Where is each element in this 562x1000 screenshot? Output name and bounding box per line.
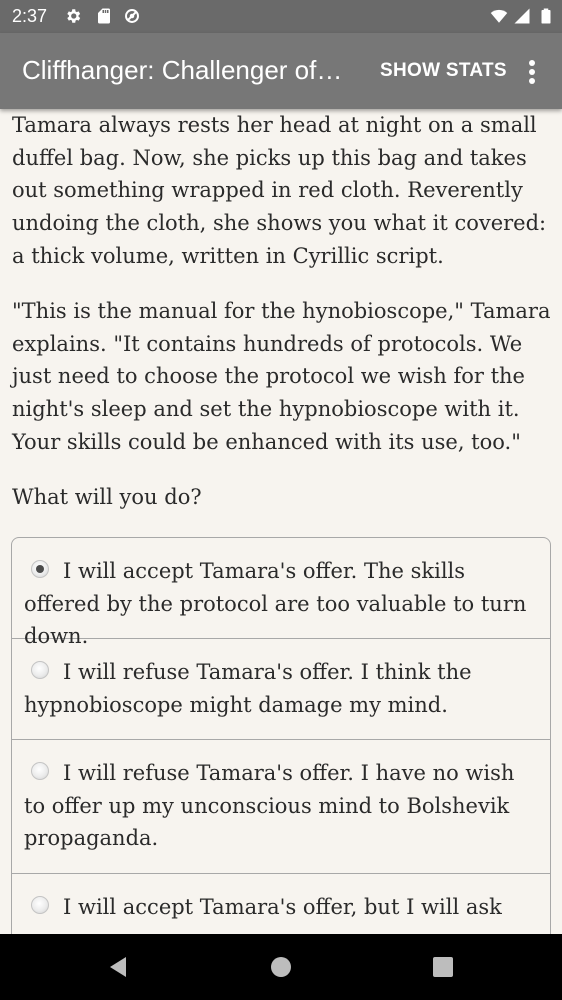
navigation-bar — [0, 934, 562, 1000]
radio-button[interactable] — [31, 661, 49, 679]
story-paragraph: "This is the manual for the hynobioscope… — [12, 299, 551, 454]
choice-label: I will refuse Tamara's offer. I have no … — [24, 761, 515, 851]
data-saver-icon — [125, 9, 139, 23]
story-paragraph: Tamara always rests her head at night on… — [12, 113, 547, 268]
status-time: 2:37 — [12, 6, 48, 26]
signal-icon — [514, 8, 530, 24]
recents-icon[interactable] — [432, 955, 454, 979]
story-content: Tamara always rests her head at night on… — [0, 109, 562, 934]
more-vert-icon[interactable] — [520, 57, 544, 87]
choice-list: I will accept Tamara's offer. The skills… — [11, 537, 551, 934]
wifi-icon — [490, 9, 508, 23]
choice-option[interactable]: I will refuse Tamara's offer. I think th… — [12, 639, 550, 740]
choice-option[interactable]: I will accept Tamara's offer. The skills… — [12, 538, 550, 648]
settings-icon — [67, 9, 81, 23]
app-title: Cliffhanger: Challenger of… — [22, 55, 343, 85]
radio-button[interactable] — [31, 896, 49, 914]
choice-label: I will accept Tamara's offer, but I will… — [63, 895, 502, 919]
choice-prompt: What will you do? — [12, 485, 202, 509]
app-bar: Cliffhanger: Challenger of… SHOW STATS — [0, 33, 562, 109]
show-stats-button[interactable]: SHOW STATS — [380, 60, 507, 82]
status-bar: 2:37 — [0, 0, 562, 33]
radio-button[interactable] — [31, 762, 49, 780]
radio-button-checked[interactable] — [31, 560, 49, 578]
back-icon[interactable] — [106, 955, 130, 979]
screen: 2:37 Cliffhanger: Challenger of… SHOW ST… — [0, 0, 562, 1000]
choice-option[interactable]: I will refuse Tamara's offer. I have no … — [12, 740, 550, 874]
choice-label: I will refuse Tamara's offer. I think th… — [24, 660, 472, 717]
sd-card-icon — [98, 8, 110, 24]
home-icon[interactable] — [270, 955, 292, 979]
battery-icon — [541, 8, 551, 24]
choice-option[interactable]: I will accept Tamara's offer, but I will… — [12, 874, 550, 934]
